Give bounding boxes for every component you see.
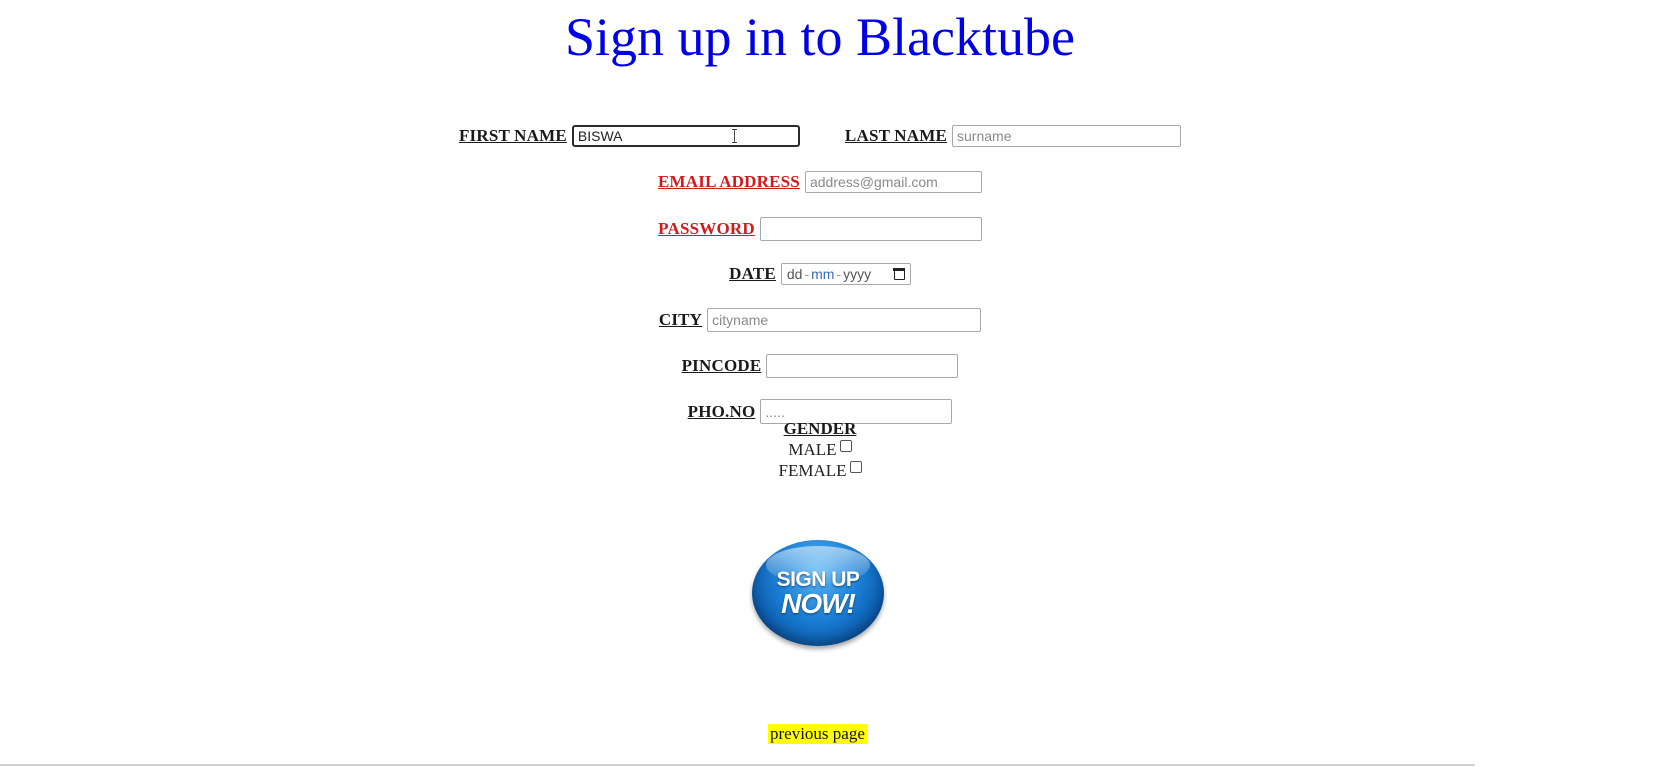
- text-cursor-icon: [732, 129, 737, 143]
- gender-option-male: MALE: [0, 439, 1640, 460]
- date-label: DATE: [729, 264, 776, 283]
- last-name-input[interactable]: surname: [952, 125, 1182, 147]
- first-name-label: FIRST NAME: [458, 126, 567, 145]
- last-name-label: LAST NAME: [844, 126, 948, 145]
- date-month: mm: [811, 266, 835, 282]
- password-input[interactable]: [759, 217, 982, 241]
- date-day: dd: [786, 266, 803, 282]
- male-checkbox[interactable]: [839, 439, 852, 452]
- city-row: CITY cityname: [0, 308, 1640, 332]
- sign-up-now-button[interactable]: SIGN UP NOW!: [752, 540, 884, 646]
- sign-up-text: SIGN UP: [776, 567, 860, 591]
- pincode-row: PINCODE: [0, 354, 1640, 378]
- city-label: CITY: [658, 310, 703, 329]
- pincode-label: PINCODE: [681, 356, 762, 375]
- gender-group: GENDER MALE FEMALE: [0, 419, 1640, 481]
- password-label: PASSWORD: [658, 219, 755, 238]
- city-placeholder: cityname: [712, 312, 769, 328]
- date-year: yyyy: [843, 266, 872, 282]
- male-label: MALE: [788, 440, 837, 459]
- email-input[interactable]: address@gmail.com: [804, 171, 982, 193]
- gender-option-female: FEMALE: [0, 460, 1640, 481]
- email-label: EMAIL ADDRESS: [658, 172, 800, 191]
- phone-placeholder: .....: [765, 403, 785, 420]
- page-title: Sign up in to Blacktube: [565, 7, 1075, 67]
- last-name-placeholder: surname: [957, 128, 1012, 144]
- gender-label: GENDER: [783, 419, 857, 438]
- bottom-divider: [0, 764, 1475, 766]
- now-text: NOW!: [781, 587, 856, 619]
- previous-page-link[interactable]: previous page: [768, 724, 867, 744]
- email-placeholder: address@gmail.com: [809, 174, 938, 190]
- calendar-icon[interactable]: [893, 268, 906, 280]
- city-input[interactable]: cityname: [707, 308, 982, 332]
- name-row: FIRST NAME BISWA LAST NAME surname: [0, 125, 1640, 147]
- female-label: FEMALE: [778, 461, 847, 480]
- date-row: DATE dd - mm - yyyy: [0, 263, 1640, 285]
- date-input[interactable]: dd - mm - yyyy: [780, 263, 911, 285]
- first-name-value: BISWA: [577, 128, 623, 144]
- female-checkbox[interactable]: [849, 460, 862, 473]
- pincode-input[interactable]: [766, 354, 959, 378]
- first-name-input[interactable]: BISWA: [571, 125, 800, 147]
- password-row: PASSWORD: [0, 217, 1640, 241]
- email-row: EMAIL ADDRESS address@gmail.com: [0, 171, 1640, 193]
